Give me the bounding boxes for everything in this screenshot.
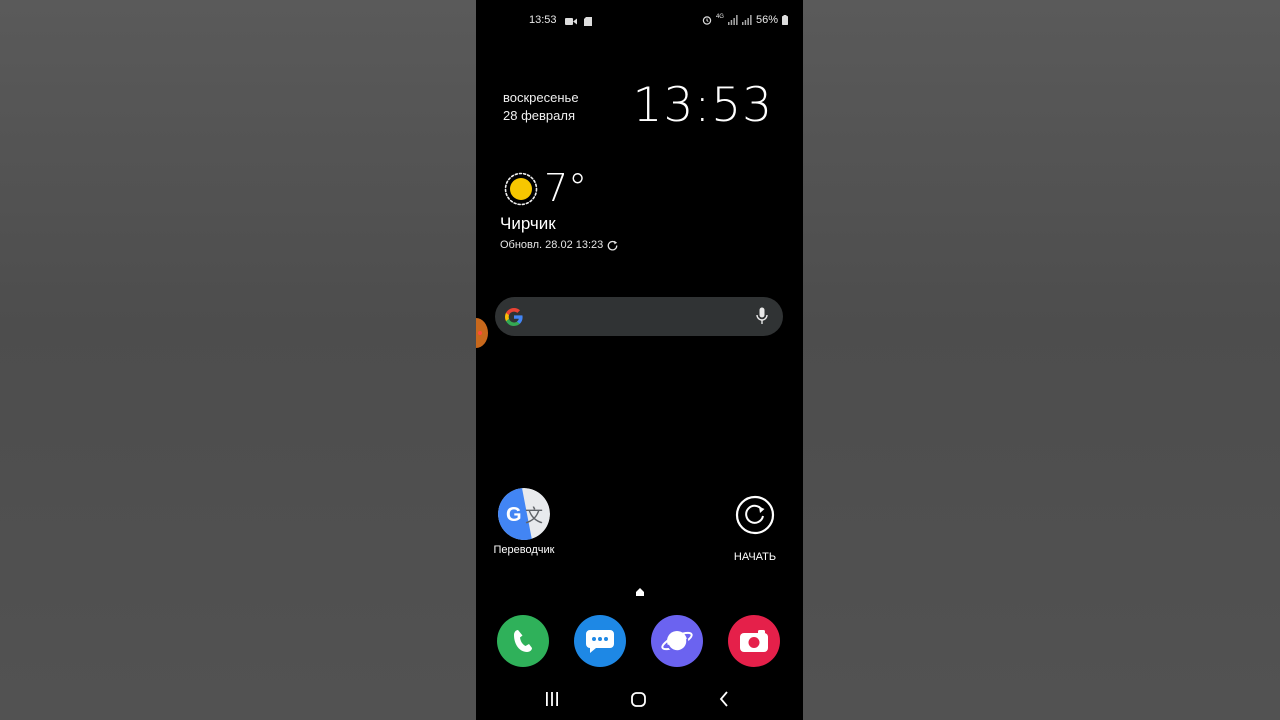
battery-percent: 56%	[755, 14, 778, 26]
alarm-icon	[702, 16, 712, 25]
planet-icon	[661, 631, 693, 653]
battery-icon	[782, 15, 788, 25]
phone-app[interactable]	[497, 615, 549, 667]
day-of-week: воскресенье	[503, 90, 579, 105]
navigation-bar	[476, 688, 803, 712]
date-block[interactable]: воскресенье 28 февраля	[503, 89, 579, 125]
messages-app[interactable]	[574, 615, 626, 667]
google-search-bar[interactable]	[495, 297, 783, 336]
camera-app[interactable]	[728, 615, 780, 667]
status-right-icons: 4G 56%	[702, 14, 788, 26]
network-type-label: 4G	[715, 14, 724, 20]
sun-icon[interactable]	[503, 171, 539, 207]
svg-text:文: 文	[525, 506, 543, 527]
translate-app-label: Переводчик	[493, 544, 555, 556]
temperature[interactable]: 7°	[544, 166, 587, 210]
phone-icon	[514, 630, 532, 652]
edge-handle-dot	[478, 331, 482, 335]
internet-app[interactable]	[651, 615, 703, 667]
home-icon[interactable]	[631, 692, 646, 707]
back-icon[interactable]	[719, 691, 729, 707]
signal-icon-2	[741, 15, 752, 25]
google-translate-icon: G 文	[498, 488, 550, 540]
city-name[interactable]: Чирчик	[500, 214, 556, 234]
home-page-indicator-icon[interactable]	[636, 588, 644, 596]
sd-card-icon	[584, 16, 593, 26]
clock-time[interactable]: 13:53	[633, 78, 773, 133]
phone-screen: 13:53 4G 56% воскресенье 28 февраля 13:5…	[476, 0, 803, 720]
status-bar: 13:53 4G 56%	[476, 10, 803, 30]
edge-panel-handle[interactable]	[476, 318, 488, 348]
chat-bubble-icon	[586, 630, 614, 653]
weather-updated-text: Обновл. 28.02 13:23	[500, 239, 604, 251]
camera-icon	[740, 630, 768, 652]
signal-icon-1	[727, 15, 738, 25]
blurred-backdrop-right	[803, 0, 1280, 720]
recent-apps-icon[interactable]	[545, 692, 559, 706]
microphone-icon[interactable]	[756, 307, 768, 325]
start-app[interactable]: НАЧАТЬ	[724, 495, 786, 563]
video-record-icon	[565, 17, 577, 25]
translate-app[interactable]: G 文 Переводчик	[492, 488, 556, 556]
google-g-icon[interactable]	[505, 308, 523, 326]
status-left-icons	[565, 15, 593, 27]
blurred-backdrop-left	[0, 0, 476, 720]
start-app-label: НАЧАТЬ	[733, 551, 777, 563]
svg-text:G: G	[506, 504, 522, 526]
status-time: 13:53	[529, 14, 557, 26]
refresh-icon[interactable]	[607, 240, 618, 251]
date-text: 28 февраля	[503, 108, 575, 123]
refresh-start-icon	[735, 495, 775, 535]
weather-updated: Обновл. 28.02 13:23	[500, 239, 618, 251]
